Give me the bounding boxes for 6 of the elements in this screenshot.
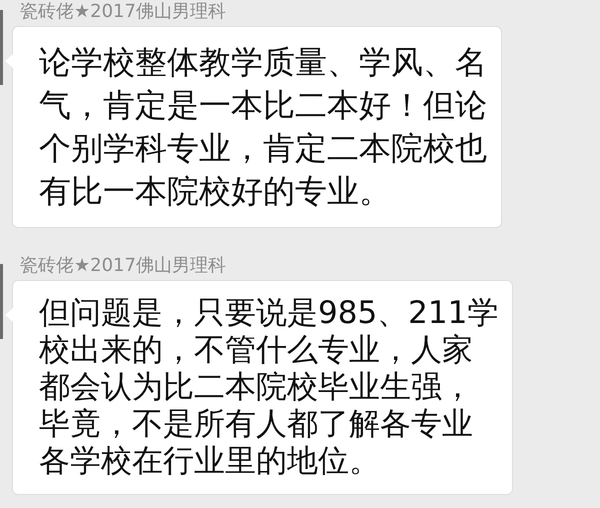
message-bubble: 但问题是，只要说是985、211学 校出来的，不管什么专业，人家 都会认为比二本院校毕业生强， 毕竟，不是所有人都了解各专业 各学校在行业里的地位。 [12,280,514,495]
bubble-tail [5,54,13,68]
message-bubble: 论学校整体教学质量、学风、名 气，肯定是一本比二本好！但论 个别学科专业，肯定二本院校也 有比一本院校好的专业。 [12,26,502,228]
bubble-tail [5,308,13,322]
sender-name: 瓷砖佬★2017佛山男理科 [20,0,227,24]
sender-name: 瓷砖佬★2017佛山男理科 [20,254,227,278]
